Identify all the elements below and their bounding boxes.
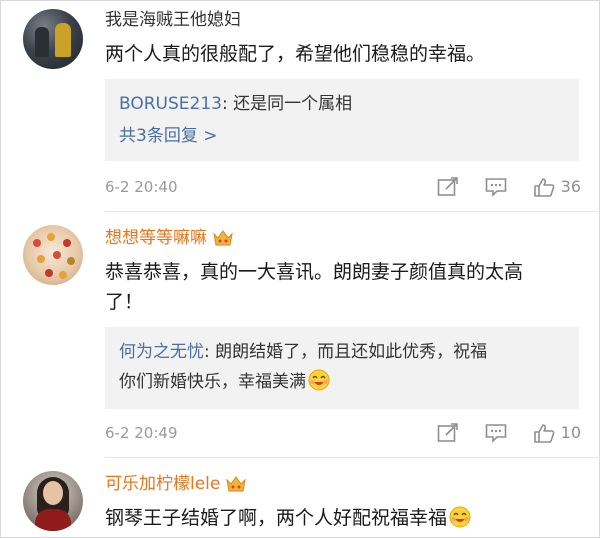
comment-text-line: 恭喜恭喜，真的一大喜讯。朗朗妻子颜值真的太高 xyxy=(105,261,524,283)
comment-text-line: 了！ xyxy=(105,291,144,313)
reply-text: : 朗朗结婚了，而且还如此优秀，祝福 xyxy=(204,342,488,362)
reply-box[interactable]: BORUSE213: 还是同一个属相 共3条回复 > xyxy=(105,79,579,161)
comment-text: 恭喜恭喜，真的一大喜讯。朗朗妻子颜值真的太高 了！ xyxy=(105,257,583,317)
reply-box[interactable]: 何为之无忧: 朗朗结婚了，而且还如此优秀，祝福 你们新婚快乐，幸福美满 xyxy=(105,327,579,409)
comment-username[interactable]: 可乐加柠檬lele xyxy=(105,473,247,495)
comment-text: 钢琴王子结婚了啊，两个人好配祝福幸福 xyxy=(105,503,583,533)
username-text: 想想等等嘛嘛 xyxy=(105,228,207,248)
smile-emoji xyxy=(308,369,330,391)
reply-line: 你们新婚快乐，幸福美满 xyxy=(119,367,565,397)
comment-time: 6-2 20:40 xyxy=(105,178,178,196)
reply-line: BORUSE213: 还是同一个属相 xyxy=(119,89,565,119)
divider xyxy=(105,211,600,212)
like-icon xyxy=(533,424,555,443)
reply-button[interactable] xyxy=(485,177,507,197)
like-button[interactable]: 10 xyxy=(533,421,581,445)
comment-time: 6-2 20:49 xyxy=(105,424,178,442)
comment-text: 两个人真的很般配了，希望他们稳稳的幸福。 xyxy=(105,43,486,65)
crown-icon xyxy=(213,230,233,246)
more-replies-link[interactable]: 共3条回复 > xyxy=(119,121,565,151)
comment-text-content: 钢琴王子结婚了啊，两个人好配祝福幸福 xyxy=(105,507,448,529)
divider xyxy=(105,457,600,458)
like-count: 36 xyxy=(560,177,581,196)
reply-button[interactable] xyxy=(485,423,507,443)
share-icon xyxy=(437,423,458,442)
comment-username[interactable]: 我是海贼王他媳妇 xyxy=(105,9,241,31)
avatar[interactable] xyxy=(23,225,83,285)
avatar[interactable] xyxy=(23,471,83,531)
like-count: 10 xyxy=(560,423,581,442)
crown-icon xyxy=(226,476,247,492)
like-button[interactable]: 36 xyxy=(533,175,581,199)
username-text: 可乐加柠檬lele xyxy=(105,474,221,494)
reply-text: 你们新婚快乐，幸福美满 xyxy=(119,372,306,392)
reply-username[interactable]: 何为之无忧 xyxy=(119,342,204,362)
reply-line: 何为之无忧: 朗朗结婚了，而且还如此优秀，祝福 xyxy=(119,337,565,367)
smile-emoji xyxy=(449,506,471,528)
comment-icon xyxy=(485,178,506,197)
comment-username[interactable]: 想想等等嘛嘛 xyxy=(105,227,233,249)
comment-meta: 6-2 20:40 36 xyxy=(105,175,581,199)
comment-icon xyxy=(485,424,506,443)
comment-actions: 10 xyxy=(411,421,581,445)
like-icon xyxy=(533,178,555,197)
comment-meta: 6-2 20:49 10 xyxy=(105,421,581,445)
reply-text: : 还是同一个属相 xyxy=(221,94,353,114)
avatar[interactable] xyxy=(23,9,83,69)
share-button[interactable] xyxy=(437,423,459,443)
share-icon xyxy=(437,177,458,196)
share-button[interactable] xyxy=(437,177,459,197)
comment-actions: 36 xyxy=(411,175,581,199)
reply-username[interactable]: BORUSE213 xyxy=(119,94,222,114)
